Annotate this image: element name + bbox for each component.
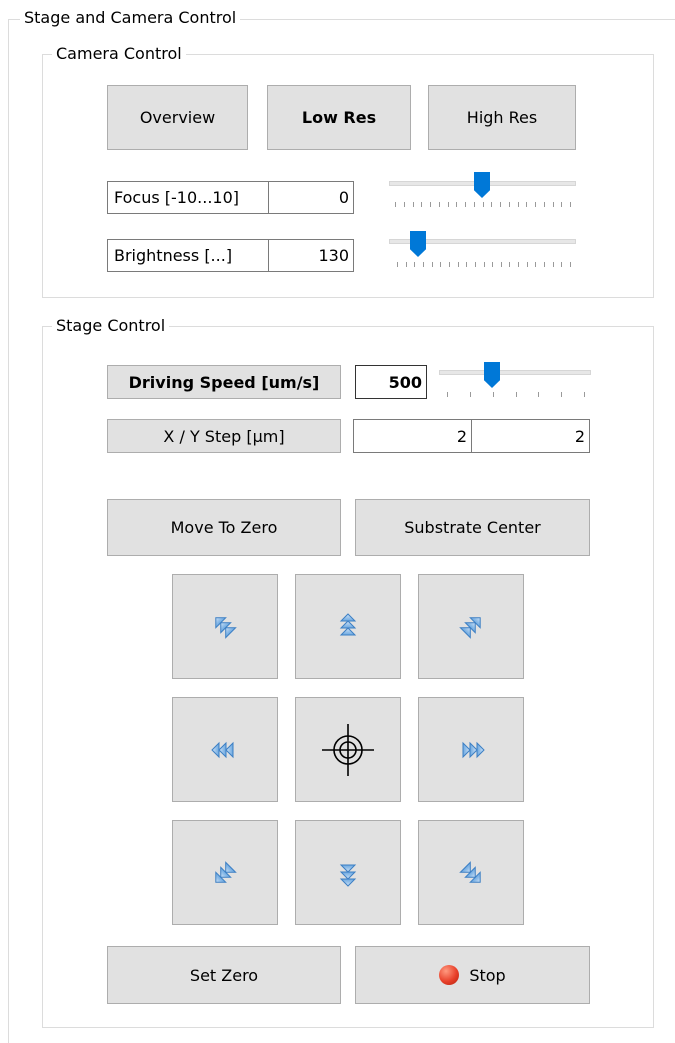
slider-tick (570, 202, 571, 207)
driving-speed-slider[interactable] (439, 358, 591, 402)
slider-tick (544, 202, 545, 207)
slider-tick (470, 392, 471, 397)
x-step-input[interactable]: 2 (353, 419, 472, 453)
move-down-button[interactable] (295, 820, 401, 925)
main-group-title: Stage and Camera Control (20, 8, 241, 28)
brightness-slider-thumb[interactable] (410, 231, 426, 257)
slider-tick (538, 392, 539, 397)
slider-tick (448, 202, 449, 207)
y-step-input[interactable]: 2 (471, 419, 590, 453)
arrow-up-left-icon (210, 611, 237, 638)
stop-button-label: Stop (469, 965, 506, 985)
slider-tick (397, 262, 398, 267)
slider-tick (553, 202, 554, 207)
arrow-down-right-icon (459, 861, 486, 888)
focus-label: Focus [-10...10] (107, 181, 269, 214)
slider-tick (406, 262, 407, 267)
arrow-right-icon (462, 742, 485, 757)
slider-tick (423, 262, 424, 267)
slider-tick (432, 262, 433, 267)
slider-tick (570, 262, 571, 267)
substrate-center-button[interactable]: Substrate Center (355, 499, 590, 556)
move-up-right-button[interactable] (418, 574, 524, 679)
slider-tick (430, 202, 431, 207)
arrow-up-icon (340, 613, 356, 635)
slider-tick (440, 262, 441, 267)
slider-tick (439, 202, 440, 207)
set-zero-button[interactable]: Set Zero (107, 946, 341, 1004)
slider-tick (413, 202, 414, 207)
driving-speed-slider-ticks (447, 392, 585, 398)
focus-slider-ticks (395, 202, 571, 208)
overview-button[interactable]: Overview (107, 85, 248, 150)
move-up-button[interactable] (295, 574, 401, 679)
brightness-slider[interactable] (389, 230, 576, 274)
arrow-up-right-icon (459, 611, 486, 638)
slider-tick (553, 262, 554, 267)
move-right-button[interactable] (418, 697, 524, 802)
slider-tick (492, 262, 493, 267)
slider-tick (466, 262, 467, 267)
focus-input[interactable]: 0 (268, 181, 354, 214)
brightness-label: Brightness [...] (107, 239, 269, 272)
center-target-button[interactable] (295, 697, 401, 802)
slider-tick (561, 262, 562, 267)
slider-tick (584, 392, 585, 397)
slider-tick (500, 202, 501, 207)
slider-tick (458, 262, 459, 267)
camera-control-title: Camera Control (52, 44, 186, 64)
slider-tick (414, 262, 415, 267)
arrow-left-icon (211, 742, 234, 757)
slider-tick (493, 392, 494, 397)
arrow-down-icon (340, 864, 356, 886)
brightness-slider-ticks (397, 262, 571, 268)
driving-speed-slider-thumb[interactable] (484, 362, 500, 388)
driving-speed-label: Driving Speed [um/s] (107, 365, 341, 399)
slider-tick (544, 262, 545, 267)
slider-tick (509, 262, 510, 267)
slider-tick (509, 202, 510, 207)
xy-step-label: X / Y Step [µm] (107, 419, 341, 453)
driving-speed-input[interactable]: 500 (355, 365, 427, 399)
slider-tick (483, 202, 484, 207)
slider-tick (449, 262, 450, 267)
slider-tick (535, 202, 536, 207)
slider-tick (404, 202, 405, 207)
move-left-button[interactable] (172, 697, 278, 802)
slider-tick (561, 392, 562, 397)
slider-tick (474, 202, 475, 207)
move-to-zero-button[interactable]: Move To Zero (107, 499, 341, 556)
high-res-button[interactable]: High Res (428, 85, 576, 150)
slider-tick (518, 202, 519, 207)
arrow-down-left-icon (210, 861, 237, 888)
slider-tick (456, 202, 457, 207)
crosshair-icon (322, 723, 374, 776)
focus-slider[interactable] (389, 170, 576, 214)
slider-tick (561, 202, 562, 207)
slider-tick (535, 262, 536, 267)
slider-tick (516, 392, 517, 397)
move-down-left-button[interactable] (172, 820, 278, 925)
move-down-right-button[interactable] (418, 820, 524, 925)
brightness-input[interactable]: 130 (268, 239, 354, 272)
low-res-button[interactable]: Low Res (267, 85, 411, 150)
slider-tick (447, 392, 448, 397)
stop-button[interactable]: Stop (355, 946, 590, 1004)
slider-tick (518, 262, 519, 267)
focus-slider-thumb[interactable] (474, 172, 490, 198)
slider-tick (484, 262, 485, 267)
slider-tick (501, 262, 502, 267)
slider-tick (491, 202, 492, 207)
slider-tick (527, 262, 528, 267)
stop-icon (439, 965, 460, 985)
slider-tick (526, 202, 527, 207)
slider-tick (475, 262, 476, 267)
stage-control-title: Stage Control (52, 316, 170, 336)
slider-tick (421, 202, 422, 207)
slider-tick (395, 202, 396, 207)
slider-tick (465, 202, 466, 207)
move-up-left-button[interactable] (172, 574, 278, 679)
